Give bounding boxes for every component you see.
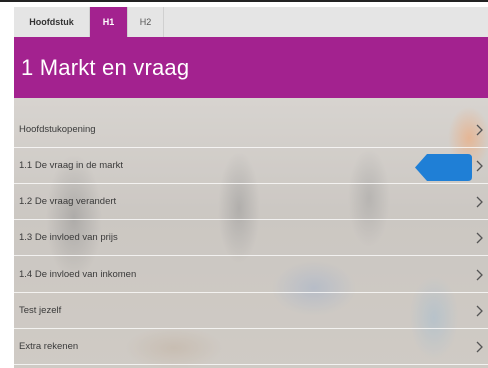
chevron-right-icon — [476, 305, 483, 316]
tab-h1[interactable]: H1 — [90, 7, 128, 37]
chapter-menu: Hoofdstukopening 1.1 De vraag in de mark… — [14, 98, 488, 368]
menu-item-1-4[interactable]: 1.4 De invloed van inkomen — [14, 257, 488, 293]
tab-bar: Hoofdstuk H1 H2 — [14, 7, 488, 37]
chapter-header: 1 Markt en vraag — [14, 37, 488, 98]
top-border — [0, 0, 488, 2]
menu-item-extra-rekenen[interactable]: Extra rekenen — [14, 329, 488, 365]
menu-item-label: 1.4 De invloed van inkomen — [19, 269, 137, 280]
menu-item-hoofdstukopening[interactable]: Hoofdstukopening — [14, 112, 488, 148]
chevron-right-icon — [476, 232, 483, 243]
chevron-right-icon — [476, 196, 483, 207]
menu-item-label: 1.2 De vraag verandert — [19, 196, 117, 207]
tab-h2[interactable]: H2 — [128, 7, 164, 37]
chapter-title: 1 Markt en vraag — [21, 54, 190, 80]
chevron-right-icon — [476, 124, 483, 135]
menu-item-1-2[interactable]: 1.2 De vraag verandert — [14, 184, 488, 220]
menu-item-label: Hoofdstukopening — [19, 124, 96, 135]
menu-item-label: Extra rekenen — [19, 341, 79, 352]
chapter-menu-panel: Hoofdstukopening 1.1 De vraag in de mark… — [14, 98, 488, 368]
menu-item-label: 1.1 De vraag in de markt — [19, 160, 124, 171]
chevron-right-icon — [476, 269, 483, 280]
tab-hoofdstuk[interactable]: Hoofdstuk — [14, 7, 90, 37]
menu-item-test-jezelf[interactable]: Test jezelf — [14, 293, 488, 329]
chevron-right-icon — [476, 341, 483, 352]
menu-item-label: 1.3 De invloed van prijs — [19, 232, 118, 243]
menu-item-label: Test jezelf — [19, 305, 62, 316]
menu-item-1-3[interactable]: 1.3 De invloed van prijs — [14, 220, 488, 256]
current-position-marker — [415, 154, 472, 181]
chevron-right-icon — [476, 160, 483, 171]
app-frame: Hoofdstuk H1 H2 1 Markt en vraag Hoofdst… — [0, 0, 488, 368]
